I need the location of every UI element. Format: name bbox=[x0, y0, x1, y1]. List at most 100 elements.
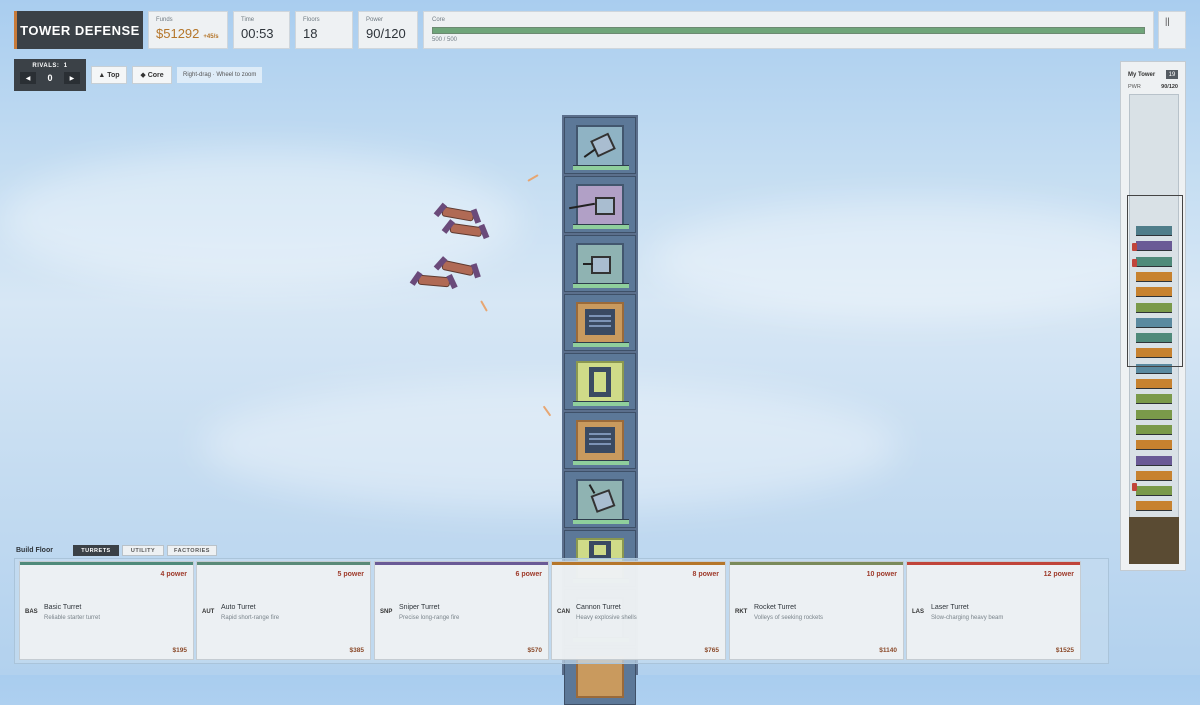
card-code: LAS bbox=[912, 609, 924, 615]
funds-stat: Funds $51292 +45/s bbox=[148, 11, 228, 49]
projectile bbox=[480, 300, 488, 312]
funds-amount: $51292 bbox=[156, 26, 200, 41]
build-card-can[interactable]: 8 power CAN Cannon Turret Heavy explosive s… bbox=[551, 561, 726, 660]
camera-core-button[interactable]: ◆ Core bbox=[132, 66, 172, 84]
time-value: 00:53 bbox=[241, 26, 274, 41]
card-accent bbox=[197, 562, 370, 565]
build-card-aut[interactable]: 5 power AUT Auto Turret Rapid short-range f… bbox=[196, 561, 371, 660]
build-card-snp[interactable]: 6 power SNP Sniper Turret Precise long-rang… bbox=[374, 561, 549, 660]
floors-stat: Floors 18 bbox=[295, 11, 353, 49]
card-power: 10 power bbox=[866, 571, 897, 578]
power-value: 90/120 bbox=[366, 26, 406, 41]
minimap-floor-badge: 19 bbox=[1166, 70, 1178, 79]
card-name: Basic Turret bbox=[44, 604, 82, 611]
tower-floor-turret[interactable] bbox=[564, 471, 636, 528]
card-code: SNP bbox=[380, 609, 393, 615]
card-name: Cannon Turret bbox=[576, 604, 621, 611]
card-power: 8 power bbox=[692, 571, 719, 578]
card-accent bbox=[730, 562, 903, 565]
funds-value: $51292 +45/s bbox=[156, 26, 220, 41]
minimap-floor bbox=[1136, 379, 1172, 389]
tab-turrets[interactable]: TURRETS bbox=[73, 545, 119, 556]
card-desc: Reliable starter turret bbox=[44, 615, 101, 621]
minimap-title: My Tower bbox=[1128, 72, 1156, 78]
minimap-power-value: 90/120 bbox=[1161, 84, 1178, 90]
power-stat: Power 90/120 bbox=[358, 11, 418, 49]
enemy-drone[interactable] bbox=[441, 259, 475, 277]
rival-prev-button[interactable]: ◀ bbox=[20, 72, 36, 84]
pause-button[interactable]: || bbox=[1158, 11, 1186, 49]
enemy-drone[interactable] bbox=[417, 274, 451, 288]
card-accent bbox=[375, 562, 548, 565]
card-name: Laser Turret bbox=[931, 604, 969, 611]
card-power: 6 power bbox=[515, 571, 542, 578]
rival-next-button[interactable]: ▶ bbox=[63, 72, 80, 84]
pause-icon: || bbox=[1165, 16, 1170, 26]
card-price: $1140 bbox=[879, 647, 897, 654]
rival-index: 0 bbox=[47, 73, 53, 83]
minimap-enemy-marker bbox=[1132, 483, 1137, 491]
tower-floor-utility[interactable] bbox=[564, 412, 636, 469]
tower-floor-factory[interactable] bbox=[564, 353, 636, 410]
cloud bbox=[650, 200, 1170, 320]
funds-label: Funds bbox=[156, 17, 173, 23]
camera-top-button[interactable]: ▲ Top bbox=[91, 66, 127, 84]
projectile bbox=[527, 174, 539, 182]
core-health: Core 500 / 500 bbox=[423, 11, 1154, 49]
card-desc: Volleys of seeking rockets bbox=[754, 615, 824, 621]
game-title: TOWER DEFENSE bbox=[14, 11, 143, 49]
card-desc: Precise long-range fire bbox=[399, 615, 460, 621]
minimap-floor bbox=[1136, 455, 1172, 466]
minimap-viewport[interactable] bbox=[1127, 195, 1183, 367]
card-price: $385 bbox=[349, 647, 364, 654]
minimap-ground bbox=[1129, 517, 1179, 564]
time-label: Time bbox=[241, 17, 255, 23]
build-card-las[interactable]: 12 power LAS Laser Turret Slow-charging hea… bbox=[906, 561, 1081, 660]
card-price: $765 bbox=[704, 647, 719, 654]
tower-floor-utility[interactable] bbox=[564, 294, 636, 351]
card-power: 4 power bbox=[160, 571, 187, 578]
build-card-rkt[interactable]: 10 power RKT Rocket Turret Volleys of seeki… bbox=[729, 561, 904, 660]
card-price: $195 bbox=[172, 647, 187, 654]
card-price: $570 bbox=[527, 647, 542, 654]
card-name: Sniper Turret bbox=[399, 604, 440, 611]
minimap-floor bbox=[1136, 470, 1172, 481]
chevron-right-icon: ▶ bbox=[69, 75, 75, 82]
core-health-fill bbox=[433, 28, 1144, 33]
minimap-floor bbox=[1136, 394, 1172, 405]
floors-label: Floors bbox=[303, 17, 320, 23]
build-card-bas[interactable]: 4 power BAS Basic Turret Reliable starter t… bbox=[19, 561, 194, 660]
tower-floor-turret[interactable] bbox=[564, 235, 636, 292]
tab-factories[interactable]: FACTORIES bbox=[167, 545, 217, 556]
minimap-floor bbox=[1136, 409, 1172, 420]
card-desc: Heavy explosive shells bbox=[576, 615, 637, 621]
card-code: CAN bbox=[557, 609, 570, 615]
card-code: AUT bbox=[202, 609, 215, 615]
minimap-power-label: PWR bbox=[1128, 84, 1141, 90]
core-health-bar bbox=[432, 27, 1145, 34]
rivals-header: RIVALS: 1 bbox=[20, 63, 80, 69]
minimap[interactable]: My Tower 19 PWR 90/120 bbox=[1120, 61, 1186, 571]
card-code: RKT bbox=[735, 609, 748, 615]
tab-utility[interactable]: UTILITY bbox=[122, 545, 164, 556]
tower-floor-turret[interactable] bbox=[564, 117, 636, 174]
card-desc: Rapid short-range fire bbox=[221, 615, 280, 621]
rivals-panel: RIVALS: 1 ◀ 0 ▶ bbox=[14, 59, 86, 91]
tower-floor-turret[interactable] bbox=[564, 176, 636, 233]
minimap-floor bbox=[1136, 501, 1172, 512]
card-code: BAS bbox=[25, 609, 38, 615]
minimap-floor bbox=[1136, 440, 1172, 451]
minimap-floor bbox=[1136, 424, 1172, 435]
card-accent bbox=[552, 562, 725, 565]
card-power: 12 power bbox=[1043, 571, 1074, 578]
card-accent bbox=[907, 562, 1080, 565]
funds-rate: +45/s bbox=[203, 34, 219, 40]
card-name: Auto Turret bbox=[221, 604, 256, 611]
card-name: Rocket Turret bbox=[754, 604, 797, 611]
core-health-text: 500 / 500 bbox=[432, 37, 458, 43]
core-label: Core bbox=[432, 17, 446, 23]
card-desc: Slow-charging heavy beam bbox=[931, 615, 1004, 621]
build-floor-label: Build Floor bbox=[16, 547, 53, 554]
card-accent bbox=[20, 562, 193, 565]
rivals-nav: ◀ 0 ▶ bbox=[20, 72, 80, 84]
